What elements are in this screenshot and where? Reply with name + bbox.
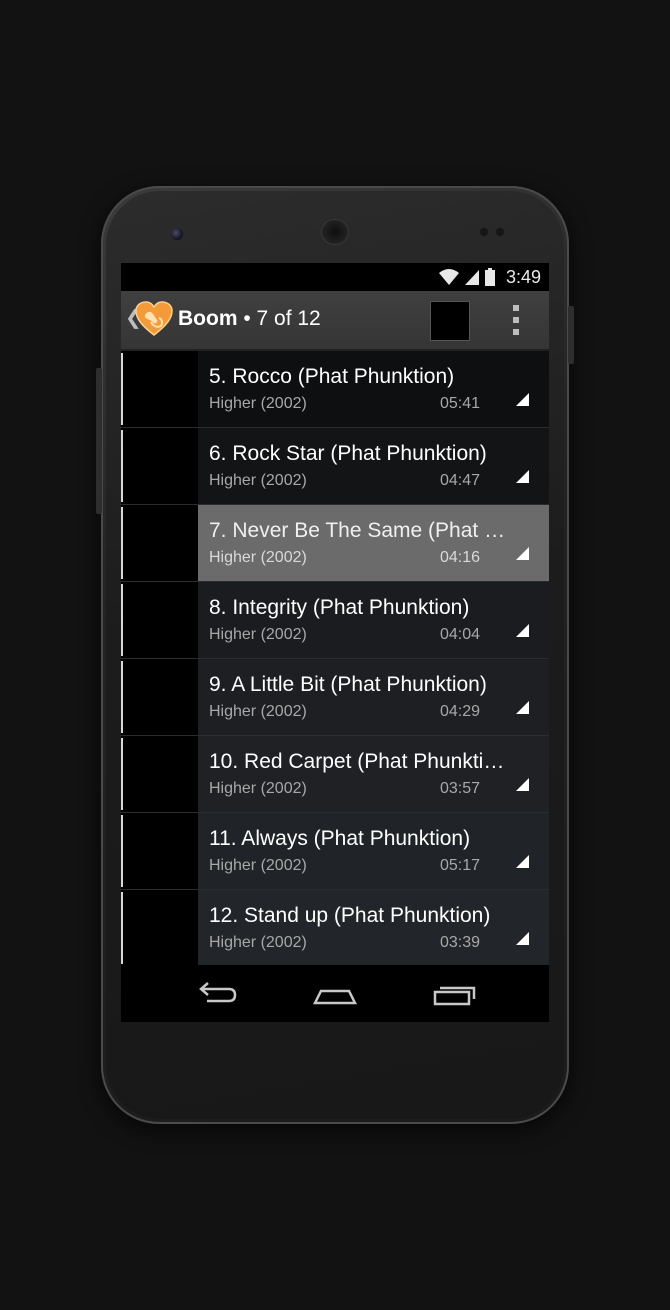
wifi-icon xyxy=(438,269,459,285)
home-icon[interactable] xyxy=(311,979,359,1009)
context-menu-icon[interactable] xyxy=(516,624,529,637)
back-icon[interactable] xyxy=(193,979,241,1009)
playlist-title: Boom xyxy=(178,307,238,330)
track-title: 9. A Little Bit (Phat Phunktion) xyxy=(209,673,487,696)
light-sensor xyxy=(496,228,504,236)
track-duration: 05:17 xyxy=(440,857,481,874)
overflow-dot xyxy=(513,317,519,323)
album-art xyxy=(121,736,197,812)
context-menu-icon[interactable] xyxy=(516,701,529,714)
context-menu-icon[interactable] xyxy=(516,470,529,483)
status-bar: 3:49 xyxy=(121,263,549,291)
context-menu-icon[interactable] xyxy=(516,393,529,406)
track-title: 7. Never Be The Same (Phat Phunktion) xyxy=(209,519,509,542)
track-info: 11. Always (Phat Phunktion) Higher (2002)… xyxy=(198,813,549,889)
battery-icon xyxy=(484,268,495,286)
track-info: 9. A Little Bit (Phat Phunktion) Higher (… xyxy=(198,659,549,735)
track-title: 11. Always (Phat Phunktion) xyxy=(209,827,471,850)
track-position: • 7 of 12 xyxy=(237,307,321,330)
action-bar: ❮ Boom • 7 of 12 xyxy=(121,291,549,351)
track-duration: 03:57 xyxy=(440,780,481,797)
list-item[interactable]: 11. Always (Phat Phunktion) Higher (2002)… xyxy=(121,813,549,890)
list-item[interactable]: 6. Rock Star (Phat Phunktion) Higher (200… xyxy=(121,428,549,505)
context-menu-icon[interactable] xyxy=(516,932,529,945)
earpiece-speaker xyxy=(322,220,348,244)
context-menu-icon[interactable] xyxy=(516,855,529,868)
track-info: 5. Rocco (Phat Phunktion) Higher (2002) 05… xyxy=(198,351,549,427)
album-art xyxy=(121,813,197,889)
list-item[interactable]: 12. Stand up (Phat Phunktion) Higher (200… xyxy=(121,890,549,967)
album-art xyxy=(121,659,197,735)
album-art xyxy=(121,505,197,581)
track-duration: 04:16 xyxy=(440,549,481,566)
track-duration: 04:47 xyxy=(440,472,481,489)
device-screen: 3:49 ❮ Boom • 7 of 12 5. Rocco (Phat Phu… xyxy=(121,263,549,1022)
track-title: 10. Red Carpet (Phat Phunktion) xyxy=(209,750,509,773)
track-title: 5. Rocco (Phat Phunktion) xyxy=(209,365,455,388)
list-item[interactable]: 7. Never Be The Same (Phat Phunktion) Hig… xyxy=(121,505,549,582)
volume-button xyxy=(96,368,102,514)
track-info: 12. Stand up (Phat Phunktion) Higher (200… xyxy=(198,890,549,966)
list-item[interactable]: 10. Red Carpet (Phat Phunktion) Higher (2… xyxy=(121,736,549,813)
list-item[interactable]: 5. Rocco (Phat Phunktion) Higher (2002) 05… xyxy=(121,351,549,428)
context-menu-icon[interactable] xyxy=(516,778,529,791)
track-album: Higher (2002) xyxy=(209,703,307,720)
status-icons: 3:49 xyxy=(438,267,541,287)
track-album: Higher (2002) xyxy=(209,857,307,874)
album-art xyxy=(121,582,197,658)
overflow-dot xyxy=(513,305,519,311)
list-item[interactable]: 9. A Little Bit (Phat Phunktion) Higher (… xyxy=(121,659,549,736)
list-item[interactable]: 8. Integrity (Phat Phunktion) Higher (200… xyxy=(121,582,549,659)
navigation-bar xyxy=(121,965,549,1022)
track-info: 8. Integrity (Phat Phunktion) Higher (200… xyxy=(198,582,549,658)
recent-apps-icon[interactable] xyxy=(431,979,479,1009)
track-duration: 05:41 xyxy=(440,395,481,412)
context-menu-icon[interactable] xyxy=(516,547,529,560)
front-camera xyxy=(171,228,183,240)
track-album: Higher (2002) xyxy=(209,472,307,489)
track-info: 10. Red Carpet (Phat Phunktion) Higher (2… xyxy=(198,736,549,812)
clock: 3:49 xyxy=(505,266,541,287)
heart-hand-logo-icon[interactable] xyxy=(135,301,173,337)
track-album: Higher (2002) xyxy=(209,549,307,566)
overflow-dot xyxy=(513,329,519,335)
track-album: Higher (2002) xyxy=(209,626,307,643)
overflow-menu-icon[interactable] xyxy=(505,305,527,335)
stage: 3:49 ❮ Boom • 7 of 12 5. Rocco (Phat Phu… xyxy=(0,0,670,1310)
album-art xyxy=(121,351,197,427)
now-playing-thumbnail[interactable] xyxy=(430,301,470,341)
track-duration: 04:04 xyxy=(440,626,481,643)
track-album: Higher (2002) xyxy=(209,395,307,412)
album-art xyxy=(121,890,197,966)
track-list: 5. Rocco (Phat Phunktion) Higher (2002) 05… xyxy=(121,351,549,967)
track-duration: 03:39 xyxy=(440,934,481,951)
signal-icon xyxy=(464,270,479,285)
power-button xyxy=(568,306,574,364)
proximity-sensor xyxy=(480,228,488,236)
track-duration: 04:29 xyxy=(440,703,481,720)
track-album: Higher (2002) xyxy=(209,780,307,797)
page-title: Boom • 7 of 12 xyxy=(178,307,321,331)
album-art xyxy=(121,428,197,504)
track-title: 6. Rock Star (Phat Phunktion) xyxy=(209,442,487,465)
track-title: 12. Stand up (Phat Phunktion) xyxy=(209,904,491,927)
track-info: 6. Rock Star (Phat Phunktion) Higher (200… xyxy=(198,428,549,504)
track-title: 8. Integrity (Phat Phunktion) xyxy=(209,596,470,619)
track-info: 7. Never Be The Same (Phat Phunktion) Hig… xyxy=(198,505,549,581)
track-album: Higher (2002) xyxy=(209,934,307,951)
